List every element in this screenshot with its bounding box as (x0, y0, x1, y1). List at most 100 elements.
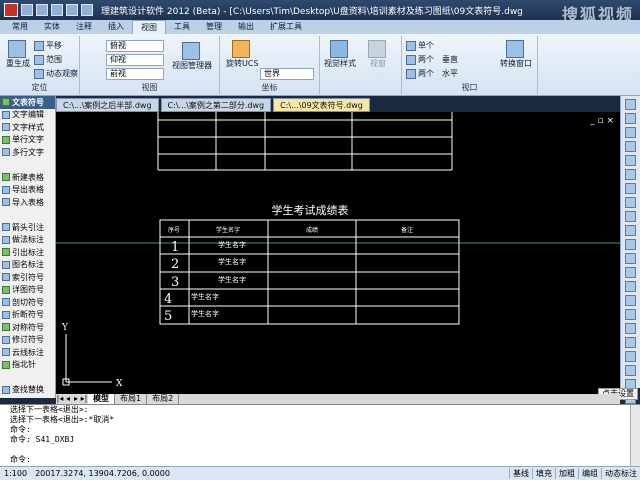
table-title[interactable]: 学生考试成绩表 (272, 203, 349, 217)
table-cell-name[interactable]: 学生名字 (218, 275, 246, 284)
right-tool-icon[interactable] (625, 309, 636, 320)
view-manager-button[interactable]: 视图管理器 (172, 42, 212, 71)
right-tool-icon[interactable] (625, 295, 636, 306)
table-header-cell[interactable]: 学生名字 (216, 226, 240, 234)
scale-readout[interactable]: 1:100 (0, 469, 31, 478)
table-header-cell[interactable]: 备注 (401, 226, 413, 234)
command-window[interactable]: 选择下一表格<退出>: 选择下一表格<退出>:*取消* 命令: 命令: S41_DXB… (0, 404, 640, 467)
palette-item-18[interactable]: 对称符号 (0, 321, 55, 334)
right-tool-icon[interactable] (625, 239, 636, 250)
right-tool-icon[interactable] (625, 253, 636, 264)
palette-item-12[interactable]: 引出标注 (0, 246, 55, 259)
palette-item-23[interactable]: 查找替换 (0, 384, 55, 397)
right-tool-icon[interactable] (625, 351, 636, 362)
regen-button[interactable]: 重生成 (6, 40, 30, 69)
palette-item-14[interactable]: 索引符号 (0, 271, 55, 284)
viewport-single-button[interactable]: 单个 (406, 40, 434, 51)
table-cell-number[interactable]: 1 (171, 240, 179, 255)
status-toggle-0[interactable]: 基线 (509, 468, 532, 479)
document-tab-1[interactable]: C:\...\案例之第二部分.dwg (160, 98, 272, 112)
palette-item-15[interactable]: 详图符号 (0, 284, 55, 297)
palette-item-6[interactable]: 新建表格 (0, 171, 55, 184)
palette-item-0[interactable]: 文表符号 (0, 96, 55, 109)
app-icon[interactable] (4, 3, 18, 17)
table-cell-number[interactable]: 3 (171, 275, 179, 290)
palette-item-24[interactable]: 繁简转化 (0, 396, 55, 399)
status-toggle-4[interactable]: 动态标注 (601, 468, 640, 479)
table-cell-number[interactable]: 2 (171, 257, 179, 272)
palette-item-11[interactable]: 做法标注 (0, 234, 55, 247)
palette-item-17[interactable]: 折断符号 (0, 309, 55, 322)
quick-undo-icon[interactable] (66, 4, 78, 16)
palette-item-16[interactable]: 剖切符号 (0, 296, 55, 309)
palette-item-7[interactable]: 导出表格 (0, 184, 55, 197)
status-toggle-3[interactable]: 编组 (578, 468, 601, 479)
quick-new-icon[interactable] (21, 4, 33, 16)
quick-open-icon[interactable] (36, 4, 48, 16)
right-tool-icon[interactable] (625, 155, 636, 166)
right-tool-icon[interactable] (625, 99, 636, 110)
right-tool-icon[interactable] (625, 281, 636, 292)
ribbon-tab-7[interactable]: 输出 (230, 20, 262, 34)
visual-style-button[interactable]: 视觉样式 (324, 40, 356, 69)
palette-item-4[interactable]: 多行文字 (0, 146, 55, 159)
ucs-world-select[interactable]: 世界 (260, 68, 314, 80)
palette-item-2[interactable]: 文字样式 (0, 121, 55, 134)
switch-window-button[interactable]: 转换窗口 (500, 40, 532, 69)
palette-item-21[interactable]: 指北针 (0, 359, 55, 372)
table-cell-name[interactable]: 学生名字 (191, 309, 219, 318)
right-tool-icon[interactable] (625, 113, 636, 124)
ribbon-tab-6[interactable]: 管理 (198, 20, 230, 34)
right-tool-icon[interactable] (625, 169, 636, 180)
right-tool-icon[interactable] (625, 197, 636, 208)
pan-button[interactable]: 平移 (34, 40, 62, 51)
table-cell-name[interactable]: 学生名字 (218, 257, 246, 266)
palette-item-10[interactable]: 箭头引注 (0, 221, 55, 234)
quick-redo-icon[interactable] (81, 4, 93, 16)
ribbon-tab-2[interactable]: 注释 (68, 20, 100, 34)
horizontal-option[interactable]: 水平 (442, 68, 458, 79)
right-tool-icon[interactable] (625, 225, 636, 236)
palette-item-8[interactable]: 导入表格 (0, 196, 55, 209)
ribbon-tab-5[interactable]: 工具 (166, 20, 198, 34)
table-cell-number[interactable]: 4 (164, 292, 172, 307)
right-tool-icon[interactable] (625, 211, 636, 222)
layout-nav-first[interactable]: |◂ (56, 394, 64, 404)
viewport-two-horizontal-button[interactable]: 两个 (406, 68, 434, 79)
right-tool-icon[interactable] (625, 183, 636, 194)
layout-tab-0[interactable]: 模型 (88, 394, 115, 404)
layout-nav-last[interactable]: ▸| (80, 394, 88, 404)
ribbon-tab-4[interactable]: 视图 (132, 20, 166, 34)
palette-item-1[interactable]: 文字编辑 (0, 109, 55, 122)
table-cell-name[interactable]: 学生名字 (191, 292, 219, 301)
rotate-ucs-button[interactable]: 旋转UCS (226, 40, 259, 69)
table-cell-number[interactable]: 5 (164, 309, 172, 324)
status-toggle-2[interactable]: 加粗 (555, 468, 578, 479)
vertical-option[interactable]: 垂直 (442, 54, 458, 65)
document-tab-0[interactable]: C:\...\案例之后半部.dwg (56, 98, 159, 112)
right-tool-icon[interactable] (625, 323, 636, 334)
view-front-item[interactable]: 前视 (106, 68, 164, 80)
table-cell-name[interactable]: 学生名字 (218, 240, 246, 249)
document-tab-2[interactable]: C:\...\09文表符号.dwg (273, 98, 370, 112)
palette-item-19[interactable]: 修订符号 (0, 334, 55, 347)
status-toggle-1[interactable]: 填充 (532, 468, 555, 479)
quick-save-icon[interactable] (51, 4, 63, 16)
ribbon-tab-3[interactable]: 插入 (100, 20, 132, 34)
table-header-cell[interactable]: 成绩 (306, 226, 318, 234)
layout-nav-next[interactable]: ▸ (72, 394, 80, 404)
layout-nav-prev[interactable]: ◂ (64, 394, 72, 404)
ribbon-tab-1[interactable]: 实体 (36, 20, 68, 34)
command-scrollbar[interactable] (630, 405, 640, 467)
ribbon-tab-8[interactable]: 扩展工具 (262, 20, 310, 34)
layout-tab-1[interactable]: 布局1 (115, 394, 148, 404)
window-button[interactable]: 视窗 (368, 40, 388, 69)
viewport-two-vertical-button[interactable]: 两个 (406, 54, 434, 65)
right-tool-icon[interactable] (625, 141, 636, 152)
palette-item-3[interactable]: 单行文字 (0, 134, 55, 147)
palette-item-20[interactable]: 云线标注 (0, 346, 55, 359)
ribbon-tab-0[interactable]: 常用 (4, 20, 36, 34)
right-tool-icon[interactable] (625, 337, 636, 348)
drawing-canvas[interactable]: _ ▫ × 学生考试成绩表 序号 学生名字 成绩 备注 1 学生名字 2 学生名… (56, 112, 620, 394)
table-header-cell[interactable]: 序号 (168, 226, 180, 234)
